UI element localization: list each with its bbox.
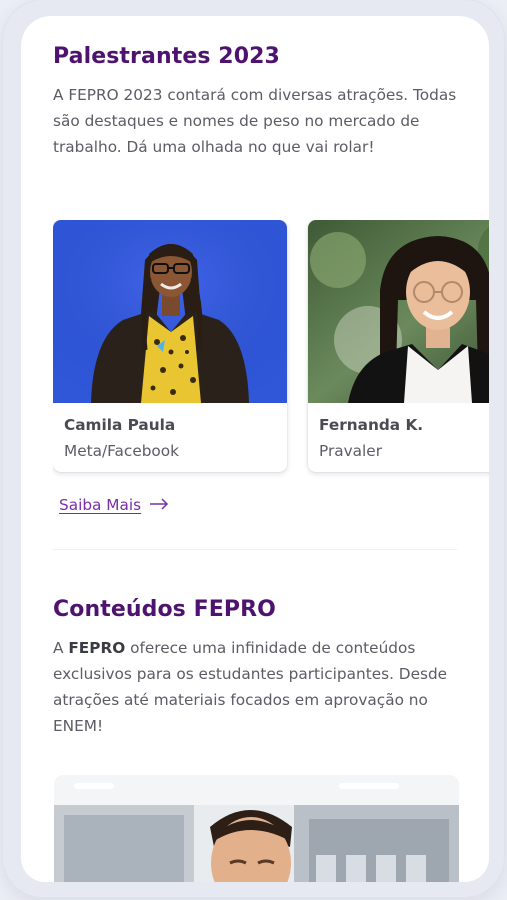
speaker-name: Fernanda K. <box>319 416 424 434</box>
content-video-thumbnail[interactable] <box>54 775 459 882</box>
speaker-card[interactable]: Camila Paula Meta/Facebook <box>53 220 287 472</box>
content-section-description: A FEPRO oferece uma infinidade de conteú… <box>53 635 463 739</box>
description-lead: A <box>53 639 69 657</box>
speaker-name: Camila Paula <box>64 416 176 434</box>
content-section-title: Conteúdos FEPRO <box>53 597 276 622</box>
speaker-organization: Meta/Facebook <box>64 442 180 460</box>
speakers-carousel[interactable]: Camila Paula Meta/Facebook Fernanda K. P… <box>53 220 489 480</box>
phone-frame: Palestrantes 2023 A FEPRO 2023 contará c… <box>3 0 504 897</box>
speaker-organization: Pravaler <box>319 442 382 460</box>
speaker-photo <box>53 220 287 403</box>
speakers-section-description: A FEPRO 2023 contará com diversas atraçõ… <box>53 86 457 156</box>
arrow-right-icon <box>149 496 169 514</box>
saiba-mais-label: Saiba Mais <box>59 496 142 514</box>
speakers-section-title: Palestrantes 2023 <box>53 44 280 69</box>
saiba-mais-link[interactable]: Saiba Mais <box>59 496 169 514</box>
description-brand: FEPRO <box>68 639 126 657</box>
speaker-photo <box>308 220 489 403</box>
section-divider <box>53 549 457 550</box>
speaker-card[interactable]: Fernanda K. Pravaler <box>308 220 489 472</box>
screen: Palestrantes 2023 A FEPRO 2023 contará c… <box>21 16 489 882</box>
